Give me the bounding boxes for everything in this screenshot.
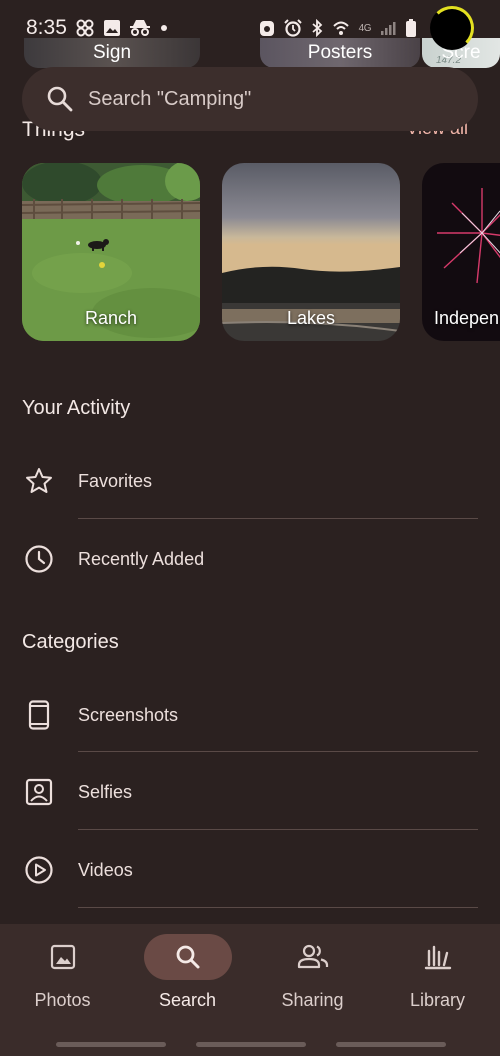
gallery-icon	[103, 19, 121, 37]
status-time: 8:35	[26, 16, 67, 39]
thing-label-lakes: Lakes	[286, 308, 336, 328]
list-item-screenshots[interactable]: Screenshots	[0, 676, 500, 754]
photo-icon	[49, 943, 77, 971]
search-input[interactable]	[88, 87, 448, 111]
nav-library-label: Library	[409, 990, 466, 1010]
thing-label-ranch: Ranch	[84, 308, 138, 328]
nav-photos-icon-wrap	[19, 934, 107, 980]
gesture-bar	[196, 1042, 306, 1047]
divider	[78, 518, 478, 519]
list-item-recently-added[interactable]: Recently Added	[0, 520, 500, 598]
categories-title: Categories	[22, 631, 119, 653]
divider	[78, 751, 478, 752]
nav-search-label: Search	[158, 990, 217, 1010]
battery-icon	[405, 18, 417, 38]
nav-sharing[interactable]: Sharing	[250, 934, 375, 1024]
divider	[78, 829, 478, 830]
alarm-icon	[283, 19, 302, 37]
search-icon	[46, 85, 74, 113]
favorites-label: Favorites	[78, 470, 153, 491]
nav-library[interactable]: Library	[375, 934, 500, 1024]
nav-photos[interactable]: Photos	[0, 934, 125, 1024]
status-bar: 8:35 4G	[0, 0, 500, 56]
nav-sharing-icon-wrap	[269, 934, 357, 980]
nav-sharing-label: Sharing	[281, 990, 344, 1010]
thing-label-independence: Indepen	[434, 308, 500, 328]
thing-card-independence[interactable]: Indepen	[422, 163, 500, 341]
selfies-label: Selfies	[78, 781, 133, 802]
list-item-selfies[interactable]: Selfies	[0, 753, 500, 831]
activity-title: Your Activity	[22, 397, 131, 419]
divider	[78, 907, 478, 908]
screenshots-label: Screenshots	[78, 704, 179, 725]
wifi-icon	[332, 19, 350, 37]
gesture-bar	[56, 1042, 166, 1047]
library-icon	[423, 943, 453, 971]
play-icon	[24, 855, 54, 885]
network-label: 4G	[358, 22, 372, 34]
signal-icon	[380, 20, 396, 36]
nav-search-icon-wrap	[143, 934, 232, 980]
clock-icon	[24, 544, 54, 574]
dot-icon	[159, 23, 169, 33]
thing-card-lakes[interactable]: Lakes	[222, 163, 400, 341]
bluetooth-icon	[311, 19, 323, 37]
search-bar[interactable]	[22, 67, 478, 131]
list-item-videos[interactable]: Videos	[0, 831, 500, 909]
people-icon	[297, 943, 329, 971]
things-carousel: Ranch Lakes Indepen	[22, 163, 500, 343]
portrait-icon	[24, 777, 54, 807]
nav-search[interactable]: Search	[125, 934, 250, 1024]
star-icon	[24, 466, 54, 496]
android-icon	[259, 19, 275, 37]
pinwheel-icon	[75, 18, 95, 38]
list-item-favorites[interactable]: Favorites	[0, 442, 500, 520]
camera-cutout	[430, 6, 474, 50]
nav-library-icon-wrap	[394, 934, 482, 980]
gesture-bar	[336, 1042, 446, 1047]
nav-photos-label: Photos	[34, 990, 91, 1010]
phone-icon	[24, 700, 54, 730]
bottom-navigation: Photos Search Sharing Library	[0, 924, 500, 1056]
thing-card-ranch[interactable]: Ranch	[22, 163, 200, 341]
recently-added-label: Recently Added	[78, 548, 205, 569]
search-icon	[174, 943, 202, 971]
incognito-icon	[129, 19, 151, 37]
videos-label: Videos	[78, 859, 133, 880]
